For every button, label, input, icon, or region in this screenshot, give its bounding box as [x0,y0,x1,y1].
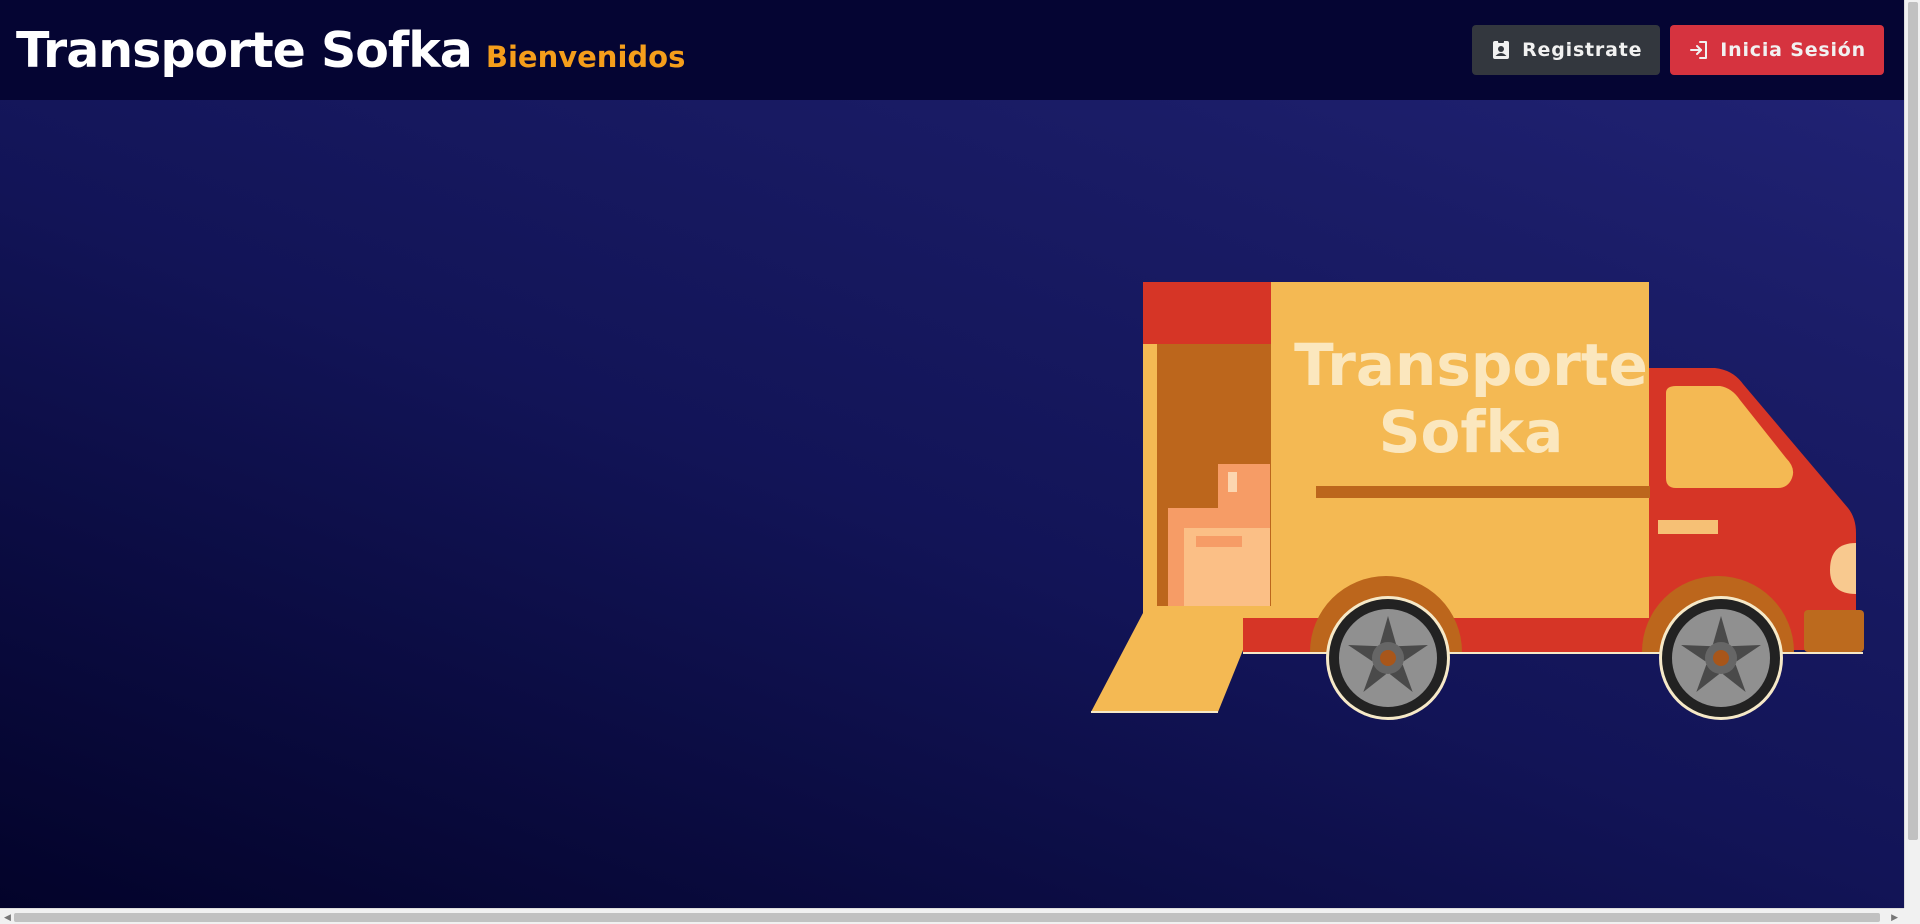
scroll-left-arrow-icon[interactable]: ◀ [4,913,11,922]
vertical-scrollbar[interactable] [1904,0,1920,908]
horizontal-scrollbar[interactable]: ◀ ▶ [0,908,1904,924]
door-frame [1143,344,1157,614]
truck-logo-line2: Sofka [1379,398,1564,466]
front-wheel [1659,596,1783,720]
navbar: Transporte Sofka Bienvenidos Registrate [0,0,1904,100]
sign-in-icon [1688,39,1710,61]
rear-wheel [1326,596,1450,720]
vertical-scrollbar-thumb[interactable] [1908,2,1918,840]
brand: Transporte Sofka Bienvenidos [16,22,685,79]
horizontal-scrollbar-thumb[interactable] [14,913,1880,922]
crate-label [1196,536,1242,547]
truck-logo-line1: Transporte [1294,331,1648,399]
cargo-stripe [1316,486,1650,498]
login-button[interactable]: Inicia Sesión [1670,25,1884,75]
scroll-right-arrow-icon[interactable]: ▶ [1891,913,1898,922]
scrollbar-corner [1904,908,1920,924]
login-label: Inicia Sesión [1720,39,1866,61]
truck-ramp [1091,613,1258,712]
cargo-top-panel [1143,282,1271,344]
nav-actions: Registrate Inicia Sesión [1472,25,1884,75]
app-title[interactable]: Transporte Sofka [16,22,473,79]
bumper [1804,610,1864,652]
welcome-subtitle: Bienvenidos [485,39,686,74]
register-button[interactable]: Registrate [1472,25,1661,75]
id-badge-icon [1490,39,1512,61]
crate-tag [1228,472,1237,492]
register-label: Registrate [1522,39,1643,61]
door-handle [1658,520,1718,534]
delivery-truck-illustration: Transporte Sofka [1091,282,1864,720]
page-background: Transporte Sofka Bienvenidos Registrate [0,0,1904,908]
